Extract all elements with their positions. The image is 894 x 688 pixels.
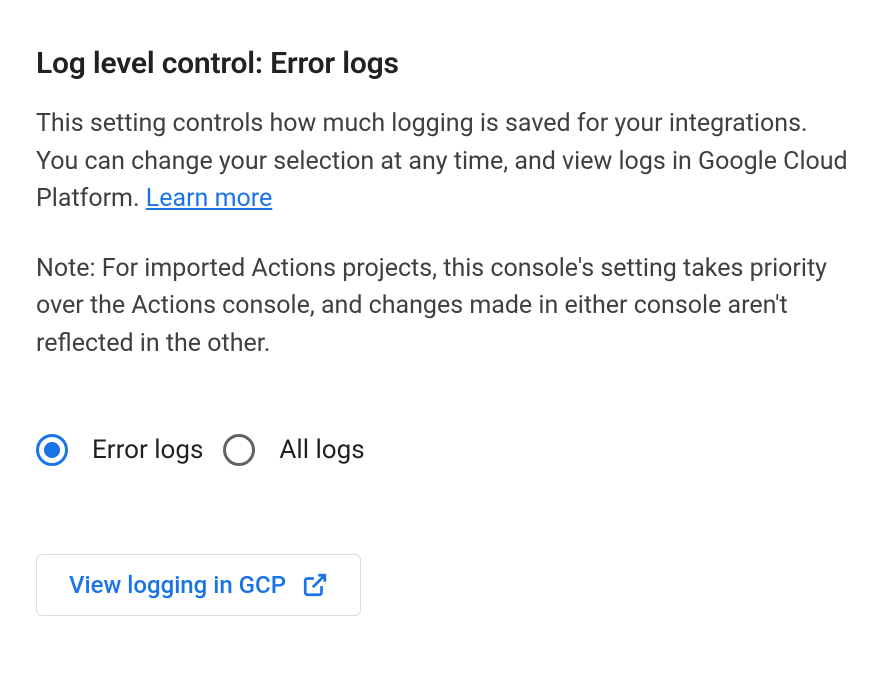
description-text: This setting controls how much logging i… — [36, 105, 856, 218]
view-button-label: View logging in GCP — [69, 571, 286, 599]
log-level-radio-group: Error logs All logs — [36, 434, 858, 466]
radio-label-error-logs: Error logs — [92, 435, 203, 465]
view-logging-gcp-button[interactable]: View logging in GCP — [36, 554, 361, 616]
radio-button-selected-icon — [36, 434, 68, 466]
learn-more-link[interactable]: Learn more — [146, 184, 272, 213]
radio-option-all-logs[interactable]: All logs — [223, 434, 364, 466]
external-link-icon — [302, 572, 328, 598]
radio-label-all-logs: All logs — [279, 435, 364, 465]
note-text: Note: For imported Actions projects, thi… — [36, 250, 856, 363]
radio-option-error-logs[interactable]: Error logs — [36, 434, 203, 466]
radio-button-unselected-icon — [223, 434, 255, 466]
page-heading: Log level control: Error logs — [36, 46, 858, 81]
